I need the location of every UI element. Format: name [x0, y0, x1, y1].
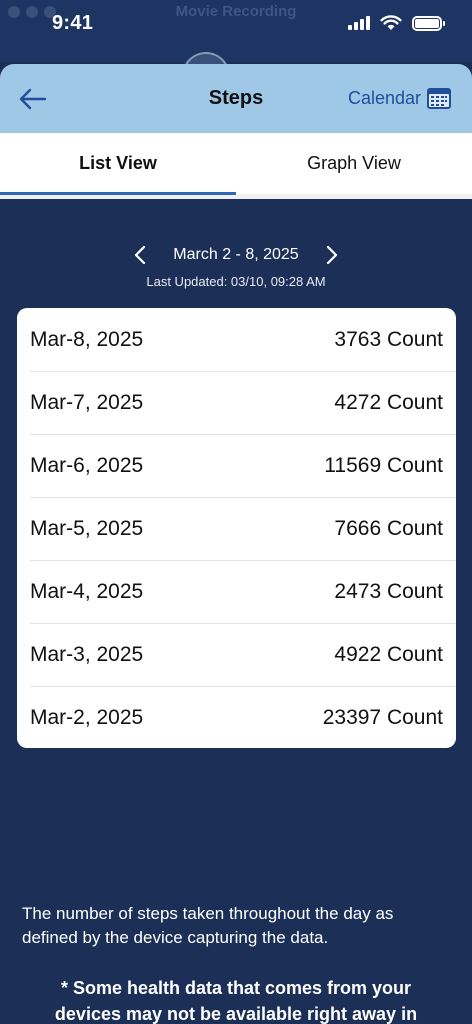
entry-count: 11569 Count: [324, 453, 443, 477]
entry-count: 4922 Count: [334, 642, 443, 666]
entry-count: 23397 Count: [322, 705, 443, 729]
view-tabs: List View Graph View: [0, 133, 472, 199]
list-item: Mar-3, 2025 4922 Count: [17, 623, 456, 686]
week-navigator: March 2 - 8, 2025 Last Updated: 03/10, 0…: [0, 240, 472, 289]
list-item: Mar-2, 2025 23397 Count: [17, 686, 456, 749]
wifi-icon: [380, 15, 402, 30]
entry-date: Mar-3, 2025: [30, 642, 144, 666]
signal-icon: [348, 16, 370, 30]
week-range-label: March 2 - 8, 2025: [173, 246, 299, 263]
tab-list-view[interactable]: List View: [0, 133, 236, 194]
steps-description: The number of steps taken throughout the…: [22, 904, 394, 947]
back-button[interactable]: [18, 84, 48, 114]
previous-week-button[interactable]: [129, 244, 151, 266]
list-item: Mar-7, 2025 4272 Count: [17, 371, 456, 434]
entry-date: Mar-8, 2025: [30, 327, 144, 351]
entry-count: 4272 Count: [334, 390, 443, 414]
entry-date: Mar-4, 2025: [30, 579, 144, 603]
list-item: Mar-8, 2025 3763 Count: [17, 308, 456, 371]
status-icons: [348, 15, 445, 31]
list-item: Mar-5, 2025 7666 Count: [17, 497, 456, 560]
entry-count: 3763 Count: [334, 327, 443, 351]
next-week-button[interactable]: [321, 244, 343, 266]
list-item: Mar-4, 2025 2473 Count: [17, 560, 456, 623]
calendar-label: Calendar: [347, 87, 421, 108]
entry-count: 7666 Count: [334, 516, 443, 540]
calendar-button[interactable]: Calendar: [348, 86, 452, 110]
data-availability-note: * Some health data that comes from your …: [54, 978, 418, 1024]
entry-date: Mar-7, 2025: [30, 390, 144, 414]
chevron-left-icon: [135, 245, 146, 265]
entry-date: Mar-2, 2025: [30, 705, 144, 729]
chevron-right-icon: [326, 245, 337, 265]
list-item: Mar-6, 2025 11569 Count: [17, 434, 456, 497]
tab-graph-view[interactable]: Graph View: [236, 133, 472, 194]
status-time: 9:41: [52, 12, 94, 34]
entry-date: Mar-5, 2025: [30, 516, 144, 540]
tab-selected-indicator: [0, 192, 236, 195]
calendar-icon: [427, 88, 451, 109]
last-updated-label: Last Updated: 03/10, 09:28 AM: [146, 274, 326, 289]
nav-header: Steps Calendar: [0, 64, 472, 133]
battery-icon: [412, 15, 445, 31]
arrow-left-icon: [19, 88, 47, 110]
status-bar: Movie Recording 9:41: [0, 0, 472, 76]
steps-list-card: Mar-8, 2025 3763 Count Mar-7, 2025 4272 Co…: [17, 308, 456, 748]
entry-count: 2473 Count: [334, 579, 443, 603]
entry-date: Mar-6, 2025: [30, 453, 144, 477]
